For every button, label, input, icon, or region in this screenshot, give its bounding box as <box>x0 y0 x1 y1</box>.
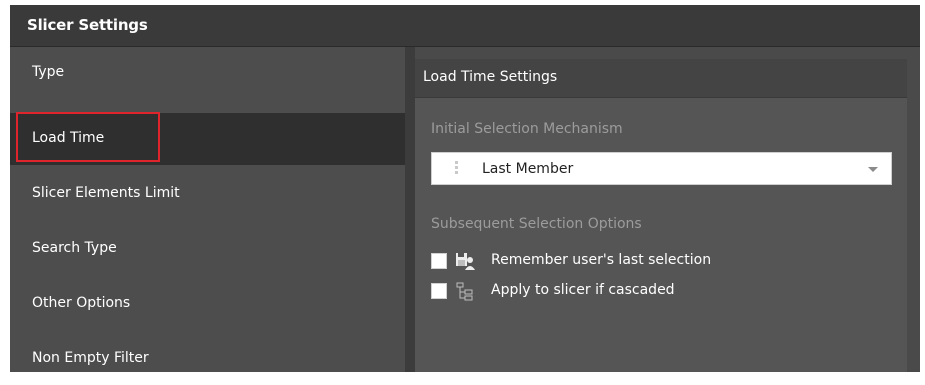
sidebar-item-slicer-elements-limit[interactable]: Slicer Elements Limit <box>10 168 405 220</box>
apply-cascaded-checkbox[interactable] <box>431 283 447 299</box>
window-title: Slicer Settings <box>27 16 148 34</box>
sidebar-item-other-options[interactable]: Other Options <box>10 278 405 330</box>
sidebar-item-label: Slicer Elements Limit <box>32 185 180 201</box>
sidebar-item-label: Other Options <box>32 295 131 311</box>
load-time-settings-panel: Load Time Settings Initial Selection Mec… <box>415 59 907 372</box>
panel-header: Load Time Settings <box>415 59 907 98</box>
apply-cascaded-label: Apply to slicer if cascaded <box>491 282 675 298</box>
sidebar-divider <box>405 47 415 372</box>
sidebar-item-label: Non Empty Filter <box>32 350 149 366</box>
panel-title: Load Time Settings <box>423 69 558 85</box>
sidebar-item-load-time[interactable]: Load Time <box>10 113 405 165</box>
title-bar: Slicer Settings <box>10 5 920 47</box>
chevron-down-icon[interactable] <box>868 167 878 172</box>
sidebar-item-non-empty-filter[interactable]: Non Empty Filter <box>10 333 405 385</box>
subsequent-selection-label: Subsequent Selection Options <box>431 216 642 232</box>
sidebar-item-search-type[interactable]: Search Type <box>10 223 405 275</box>
sidebar-item-label: Search Type <box>32 240 117 256</box>
initial-selection-dropdown[interactable]: Last Member <box>431 152 892 185</box>
initial-selection-label: Initial Selection Mechanism <box>431 121 623 137</box>
remember-selection-label: Remember user's last selection <box>491 252 712 268</box>
dropdown-value: Last Member <box>482 161 574 177</box>
sidebar-item-label: Load Time <box>32 130 105 146</box>
option-remember-last-selection: Remember user's last selection <box>431 251 891 271</box>
grip-icon <box>455 161 459 177</box>
option-apply-if-cascaded: Apply to slicer if cascaded <box>431 281 891 301</box>
settings-sidebar: Type Load Time Slicer Elements Limit Sea… <box>10 47 405 372</box>
sidebar-item-label: Type <box>32 64 65 80</box>
save-user-icon <box>455 251 475 271</box>
sidebar-item-type[interactable]: Type <box>10 47 405 99</box>
remember-selection-checkbox[interactable] <box>431 253 447 269</box>
slicer-settings-window: Slicer Settings Type Load Time Slicer El… <box>10 5 920 372</box>
hierarchy-icon <box>455 281 475 301</box>
